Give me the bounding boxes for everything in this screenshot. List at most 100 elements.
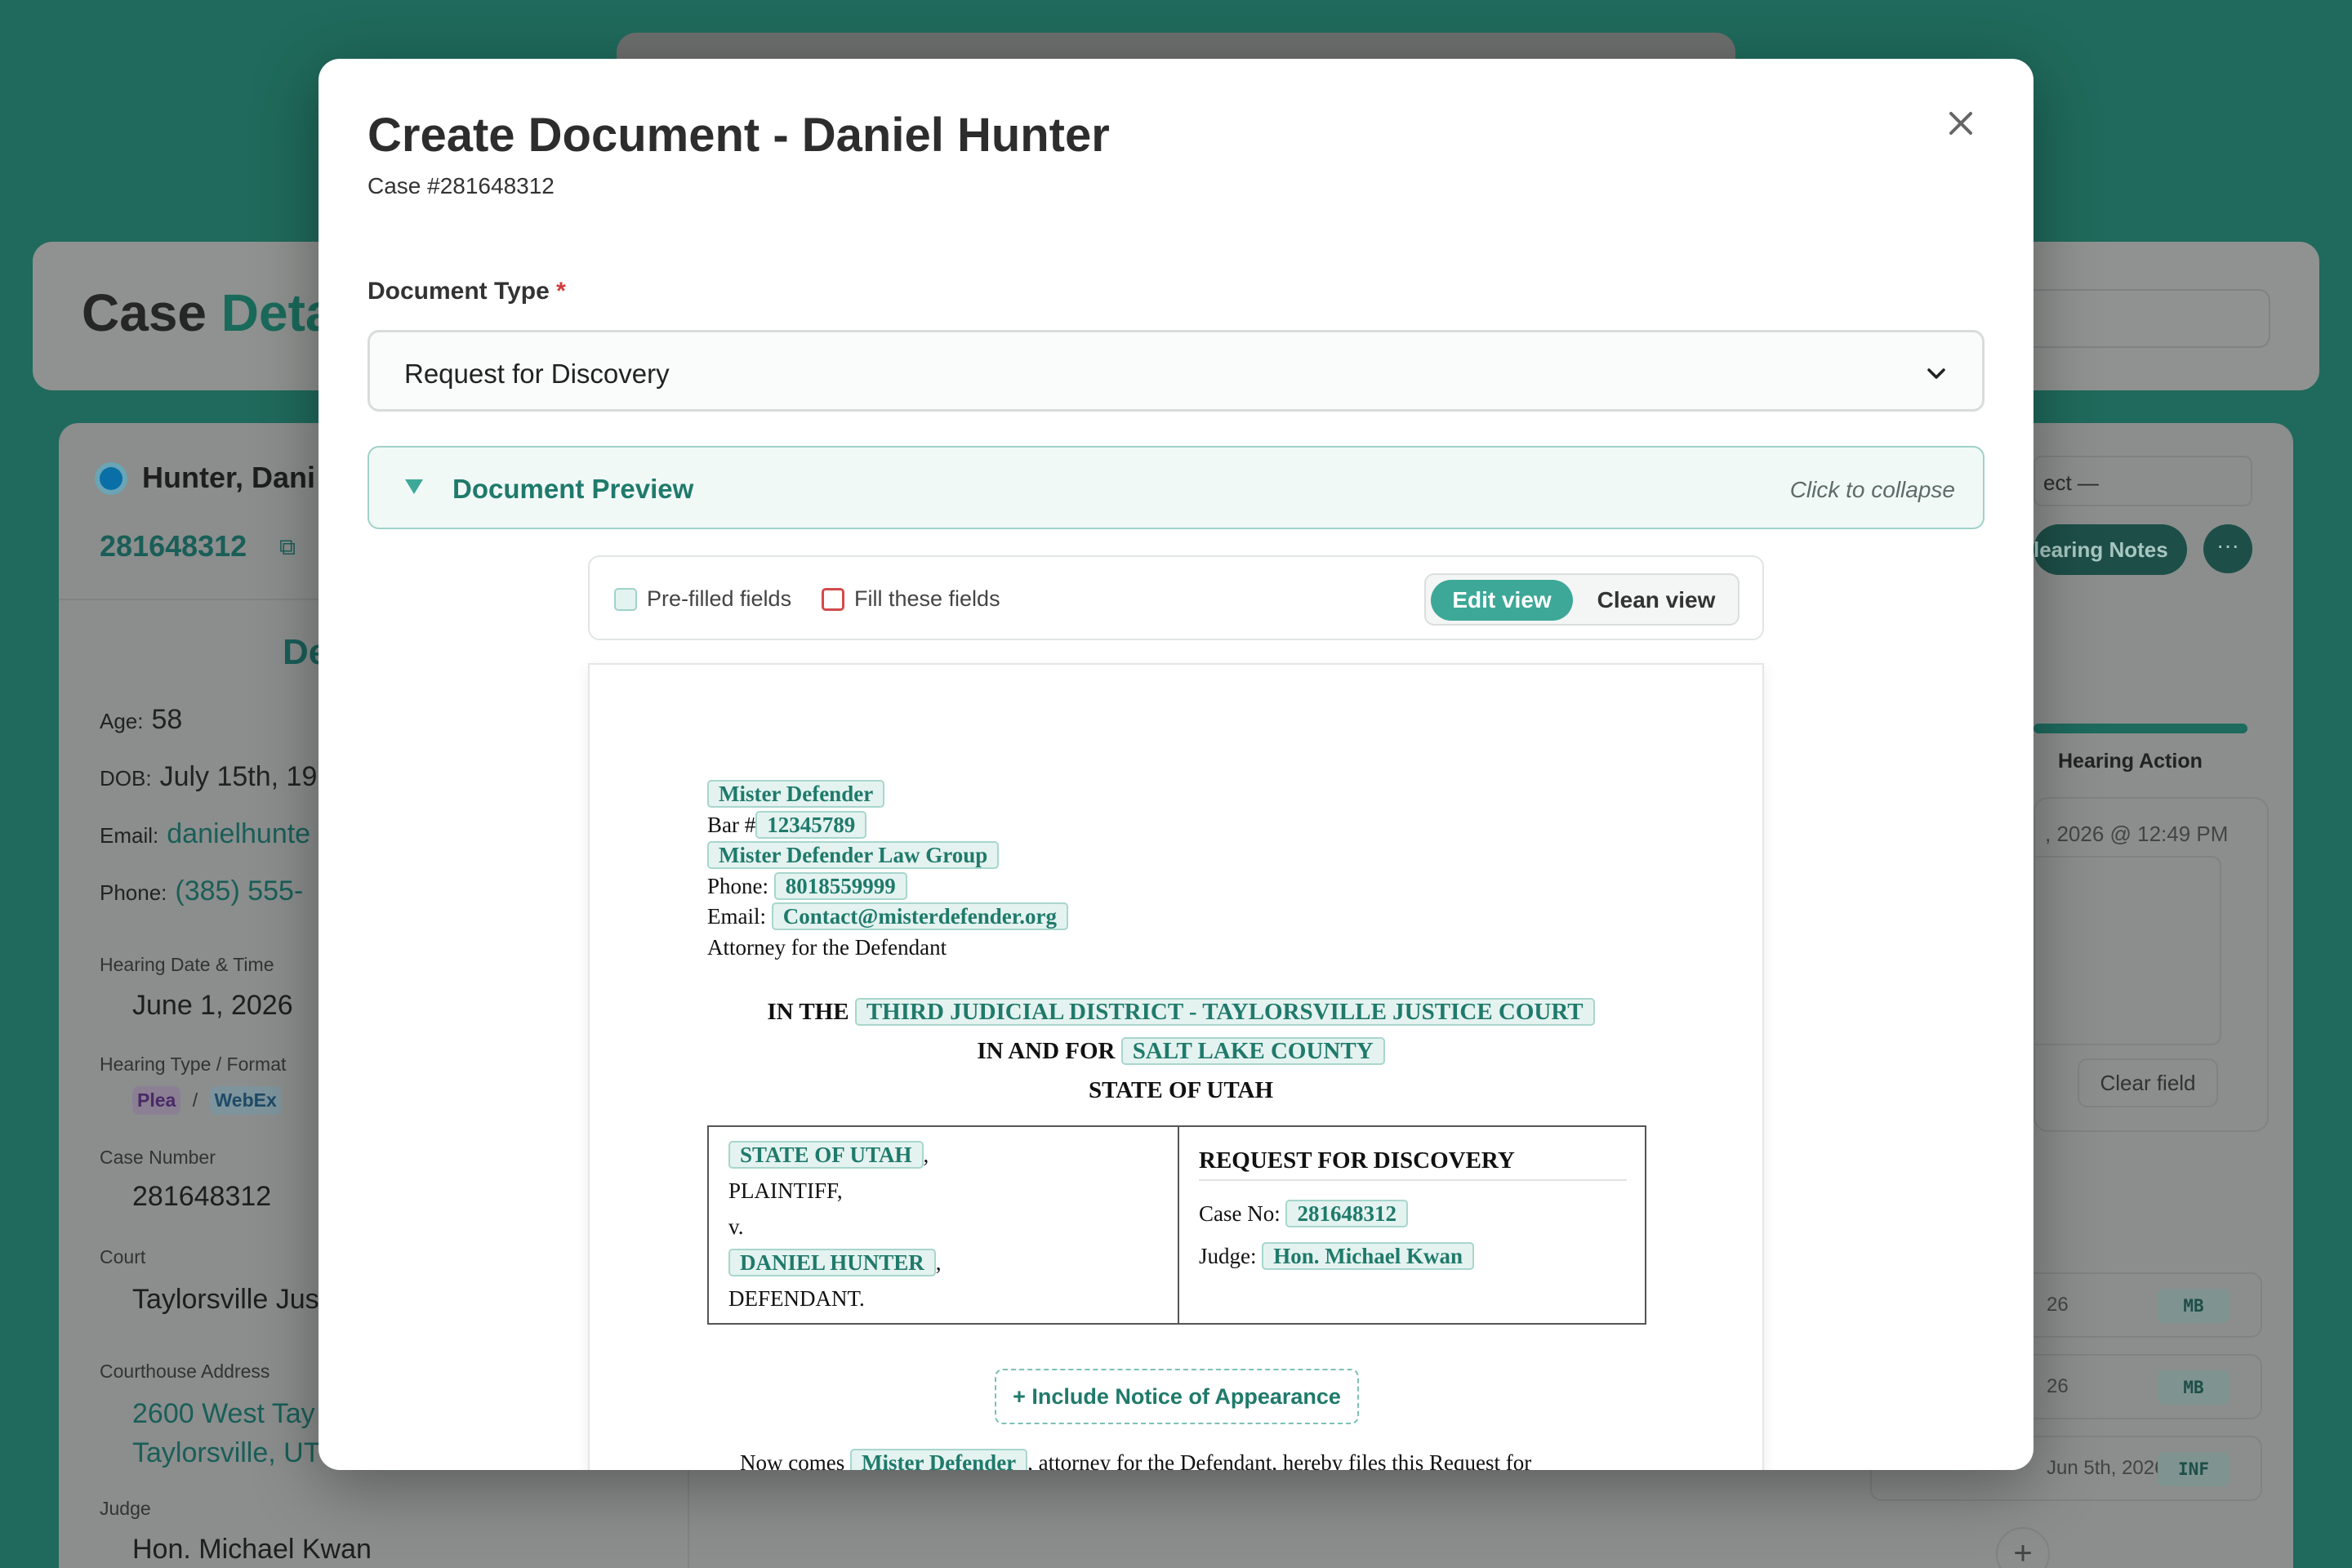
include-notice-button[interactable]: + Include Notice of Appearance <box>995 1369 1359 1424</box>
fill-swatch <box>822 588 844 611</box>
body-paragraph: Now comes Mister Defender, attorney for … <box>740 1449 1531 1470</box>
note-timestamp: , 2026 @ 12:49 PM <box>2045 822 2229 846</box>
list-item-tag: INF <box>2158 1452 2230 1486</box>
caption-parties: STATE OF UTAH, PLAINTIFF, v. DANIEL HUNT… <box>709 1127 1179 1323</box>
address-label: Courthouse Address <box>100 1361 270 1382</box>
hearing-format-badge: WebEx <box>209 1086 282 1115</box>
attorney-for: Attorney for the Defendant <box>707 934 947 960</box>
caption-case-info: REQUEST FOR DISCOVERY Case No: 281648312… <box>1179 1127 1646 1323</box>
age-value: 58 <box>151 704 183 735</box>
edit-view-button[interactable]: Edit view <box>1431 580 1573 621</box>
document-type-label: Document Type * <box>368 278 566 305</box>
phone-label: Phone: <box>707 873 769 898</box>
firm-field[interactable]: Mister Defender Law Group <box>707 841 1000 869</box>
county-field[interactable]: SALT LAKE COUNTY <box>1120 1037 1385 1065</box>
phone-field[interactable]: 8018559999 <box>773 871 907 900</box>
body-rest: , attorney for the Defendant, hereby fil… <box>1027 1450 1532 1470</box>
list-item-date: 26 <box>2047 1294 2069 1316</box>
dob-label: DOB: <box>100 766 152 791</box>
action-select-value: ect — <box>2043 470 2099 495</box>
hearing-action-tab[interactable]: Hearing Action <box>2058 750 2203 773</box>
client-case-number: 281648312 <box>100 529 247 563</box>
body-attorney-field[interactable]: Mister Defender <box>849 1449 1028 1470</box>
email-field: Email: danielhunte <box>100 818 310 850</box>
bar-label: Bar # <box>707 812 756 837</box>
plaintiff-field[interactable]: STATE OF UTAH <box>728 1141 924 1169</box>
tab-indicator <box>2034 724 2247 733</box>
case-number-label: Case Number <box>100 1147 216 1168</box>
clean-view-button[interactable]: Clean view <box>1583 580 1730 621</box>
defendant-field[interactable]: DANIEL HUNTER <box>728 1249 936 1276</box>
status-dot-icon <box>100 467 122 490</box>
legend-fill-label: Fill these fields <box>854 586 1000 611</box>
body-start: Now comes <box>740 1450 845 1470</box>
note-textarea[interactable] <box>2034 856 2221 1045</box>
list-item-tag: MB <box>2158 1370 2230 1405</box>
required-mark: * <box>556 278 566 305</box>
judge-label: Judge: <box>1199 1244 1257 1268</box>
email-link[interactable]: danielhunte <box>167 818 310 849</box>
court-value: Taylorsville Jus <box>132 1284 319 1315</box>
collapse-triangle-icon <box>405 479 423 494</box>
email-label: Email: <box>707 904 766 929</box>
age-label: Age: <box>100 709 144 733</box>
clear-field-button[interactable]: Clear field <box>2078 1058 2218 1107</box>
hearing-separator: / <box>192 1089 198 1111</box>
judge-value: Hon. Michael Kwan <box>132 1534 372 1565</box>
list-item-tag: MB <box>2158 1289 2230 1323</box>
judge-field[interactable]: Hon. Michael Kwan <box>1262 1242 1475 1270</box>
preview-title: Document Preview <box>452 474 694 504</box>
more-options-icon[interactable]: ··· <box>2203 524 2252 573</box>
document-type-value: Request for Discovery <box>404 359 670 389</box>
page-title-part-b: Deta <box>220 283 335 342</box>
hearing-column: ect — learing Notes ··· Hearing Action ,… <box>1870 423 2293 1568</box>
create-document-modal: Create Document - Daniel Hunter Case #28… <box>318 59 2034 1470</box>
prefilled-swatch <box>614 588 637 611</box>
email-field[interactable]: Contact@misterdefender.org <box>771 902 1069 930</box>
document-preview-toggle[interactable]: Document Preview Click to collapse <box>368 446 1984 529</box>
dob-value: July 15th, 19 <box>159 761 318 792</box>
in-and-for-text: IN AND FOR <box>977 1038 1116 1064</box>
modal-title: Create Document - Daniel Hunter <box>368 109 1110 162</box>
phone-link[interactable]: (385) 555- <box>175 875 303 906</box>
comma: , <box>935 1250 942 1275</box>
dob-field: DOB: July 15th, 19 <box>100 761 317 793</box>
in-the-text: IN THE <box>767 999 849 1025</box>
case-caption-table: STATE OF UTAH, PLAINTIFF, v. DANIEL HUNT… <box>707 1125 1646 1325</box>
court-name-field[interactable]: THIRD JUDICIAL DISTRICT - TAYLORSVILLE J… <box>854 998 1595 1026</box>
document-type-label-text: Document Type <box>368 278 550 305</box>
preview-toolbar: Pre-filled fields Fill these fields Edit… <box>588 555 1764 640</box>
chevron-down-icon <box>1927 368 1945 379</box>
defendant-label: DEFENDANT. <box>728 1286 865 1311</box>
comma: , <box>923 1143 929 1167</box>
bar-number-field[interactable]: 12345789 <box>755 810 867 839</box>
list-item-date: 26 <box>2047 1375 2069 1397</box>
close-icon[interactable] <box>1939 101 1983 145</box>
attorney-name-field[interactable]: Mister Defender <box>707 780 885 808</box>
plaintiff-label: PLAINTIFF, <box>728 1178 843 1203</box>
address-line2[interactable]: Taylorsville, UT <box>132 1437 320 1469</box>
hearing-type-badge: Plea <box>132 1086 181 1115</box>
email-label: Email: <box>100 823 159 848</box>
legend-prefilled-label: Pre-filled fields <box>647 586 792 611</box>
document-type-select[interactable]: Request for Discovery <box>368 330 1984 412</box>
action-select[interactable]: ect — <box>2034 456 2252 506</box>
document-body: Mister Defender Bar #12345789 Mister Def… <box>707 779 1655 1470</box>
document-page: Mister Defender Bar #12345789 Mister Def… <box>588 663 1764 1470</box>
case-no-field[interactable]: 281648312 <box>1285 1200 1408 1227</box>
hearing-type-row: Plea / WebEx <box>132 1086 282 1115</box>
judge-label: Judge <box>100 1498 151 1519</box>
modal-subtitle: Case #281648312 <box>368 173 555 198</box>
case-no-label: Case No: <box>1199 1201 1281 1226</box>
address-line1[interactable]: 2600 West Tay <box>132 1398 315 1430</box>
document-title: REQUEST FOR DISCOVERY <box>1199 1140 1627 1181</box>
hearing-type-label: Hearing Type / Format <box>100 1054 287 1075</box>
list-item-date: Jun 5th, 2026 <box>2047 1457 2166 1479</box>
case-number-value: 281648312 <box>132 1181 272 1212</box>
court-heading: IN THE THIRD JUDICIAL DISTRICT - TAYLORS… <box>707 992 1655 1110</box>
copy-icon[interactable]: ⧉ <box>279 534 296 561</box>
hearing-notes-button[interactable]: learing Notes <box>2034 524 2187 575</box>
age-field: Age: 58 <box>100 704 182 736</box>
hearing-datetime-value: June 1, 2026 <box>132 990 293 1021</box>
state-line: STATE OF UTAH <box>1088 1077 1274 1103</box>
